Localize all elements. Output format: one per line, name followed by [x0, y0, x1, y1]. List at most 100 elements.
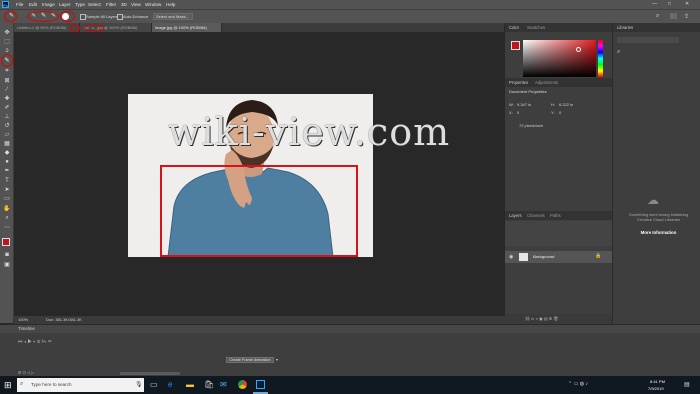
layer-thumbnail — [519, 253, 528, 261]
healing-brush-tool-icon[interactable]: ✚ — [3, 95, 11, 103]
windows-start-icon[interactable]: ⊞ — [4, 380, 12, 391]
tab-adjustments[interactable]: Adjustments — [535, 78, 558, 87]
task-view-icon[interactable]: ▭ — [150, 380, 158, 389]
layer-controls — [505, 221, 612, 246]
search-icon[interactable]: ⌕ — [656, 13, 659, 20]
taskbar-search-box[interactable]: ⌕ Type here to search 🎙 — [17, 378, 144, 392]
tab-channels[interactable]: Channels — [527, 211, 545, 220]
search-icon[interactable]: ⌕ — [617, 49, 620, 56]
menu-help[interactable]: Help — [166, 2, 175, 7]
zoom-level[interactable]: 100% — [18, 316, 28, 324]
type-tool-icon[interactable]: T — [3, 177, 11, 185]
photoshop-taskbar-icon[interactable] — [256, 380, 265, 389]
system-tray-icons[interactable]: ⌃ ▭ ◍ ♪ — [568, 381, 588, 387]
chrome-icon[interactable] — [238, 380, 247, 389]
layers-footer-icons[interactable]: ⛓ fx ◑ ▣ ▤ ⊞ 🗑 — [505, 314, 612, 324]
pen-tool-icon[interactable]: ✒ — [3, 167, 11, 175]
maximize-button[interactable]: □ — [668, 1, 671, 7]
more-information-link[interactable]: More Information — [621, 230, 696, 235]
height-value[interactable]: 6.222 in — [559, 102, 573, 107]
doc-info: Doc: 381.3K/381.3K — [46, 317, 82, 322]
tab-swatches[interactable]: Swatches — [527, 23, 545, 32]
dodge-tool-icon[interactable]: ● — [3, 158, 11, 166]
timeline-controls-icon[interactable]: ⏮ ◂ ▶ ▸ ⊡ ✂ ▭ — [18, 339, 52, 345]
crop-tool-icon[interactable]: ⌗ — [3, 67, 11, 75]
tab-properties[interactable]: Properties — [509, 78, 528, 87]
create-frame-animation-button[interactable]: Create Frame Animation — [226, 357, 274, 363]
chevron-down-icon[interactable]: ▾ — [276, 357, 278, 362]
libraries-dropdown[interactable] — [617, 37, 679, 43]
menu-type[interactable]: Type — [75, 2, 85, 7]
taskbar-time: 8:41 PM — [650, 379, 665, 384]
tab-color[interactable]: Color — [509, 23, 519, 32]
watermark-text: wiki-view.com — [168, 110, 451, 154]
color-fg-swatch[interactable] — [511, 41, 520, 50]
menu-layer[interactable]: Layer — [59, 2, 71, 7]
auto-enhance-label: Auto-Enhance — [123, 14, 149, 19]
path-selection-tool-icon[interactable]: ➤ — [3, 186, 11, 194]
menu-filter[interactable]: Filter — [106, 2, 116, 7]
menu-select[interactable]: Select — [88, 2, 101, 7]
tab-paths[interactable]: Paths — [550, 211, 561, 220]
menu-3d[interactable]: 3D — [121, 2, 127, 7]
select-and-mask-button[interactable]: Select and Mask... — [153, 13, 193, 20]
color-picker-cursor-icon[interactable] — [576, 47, 581, 52]
menu-window[interactable]: Window — [145, 2, 161, 7]
history-brush-tool-icon[interactable]: ↺ — [3, 122, 11, 130]
layer-row-background[interactable]: ◉ Background 🔒 — [505, 251, 612, 263]
highlight-circle-icon — [70, 24, 80, 32]
minimize-button[interactable]: — — [652, 1, 657, 7]
menu-image[interactable]: Image — [42, 2, 55, 7]
hue-slider[interactable] — [598, 40, 603, 77]
libraries-title: Libraries — [617, 25, 634, 30]
height-label: H: — [551, 102, 555, 107]
properties-panel-header: Properties Adjustments — [505, 78, 612, 87]
edge-icon[interactable]: e — [168, 380, 172, 389]
color-picker-field[interactable] — [523, 40, 596, 77]
gradient-tool-icon[interactable]: ▦ — [3, 140, 11, 148]
notifications-icon[interactable]: ▤ — [684, 381, 690, 388]
menu-edit[interactable]: Edit — [29, 2, 37, 7]
menu-view[interactable]: View — [131, 2, 141, 7]
quick-mask-icon[interactable]: ◙ — [3, 251, 11, 259]
mail-icon[interactable]: ✉ — [220, 380, 227, 389]
more-tools-icon[interactable]: ⋯ — [3, 224, 11, 232]
lock-icon: 🔒 — [595, 253, 602, 259]
marquee-tool-icon[interactable]: ⬚ — [3, 38, 11, 46]
color-panel-header: Color Swatches — [505, 23, 612, 32]
share-icon[interactable]: ⇪ — [684, 13, 689, 20]
timeline-zoom-slider[interactable] — [120, 372, 180, 375]
file-explorer-icon[interactable]: ▬ — [186, 380, 194, 389]
tab-layers[interactable]: Layers — [509, 211, 522, 220]
frame-tool-icon[interactable]: ⊠ — [3, 77, 11, 85]
move-tool-icon[interactable]: ✥ — [3, 29, 11, 37]
layer-name[interactable]: Background — [533, 254, 554, 259]
tab-image-jpg[interactable]: image.jpg @ 100% (RGB/8#) — [152, 23, 222, 32]
eraser-tool-icon[interactable]: ▱ — [3, 131, 11, 139]
workspace-icon[interactable] — [670, 13, 677, 19]
eyedropper-tool-icon[interactable]: ⁄ — [3, 86, 11, 94]
timeline-footer-icons[interactable]: ⊞ ⊡ ◁ ▷ — [18, 370, 34, 375]
menu-file[interactable]: File — [16, 2, 23, 7]
options-bar: ✎ ✎ ✎ ✎ Sample All Layers Auto-Enhance S… — [0, 9, 700, 23]
close-button[interactable]: ✕ — [685, 1, 689, 7]
y-value[interactable]: 0 — [559, 110, 561, 115]
hand-tool-icon[interactable]: ✋ — [3, 205, 11, 213]
store-icon[interactable]: 🛍 — [204, 380, 214, 389]
foreground-color-swatch[interactable] — [2, 238, 10, 246]
blur-tool-icon[interactable]: ◆ — [3, 149, 11, 157]
menu-bar: Ps File Edit Image Layer Type Select Fil… — [0, 0, 700, 9]
width-label: W: — [509, 102, 514, 107]
brush-tool-icon[interactable]: ✐ — [3, 104, 11, 112]
libraries-panel: Libraries ⌕ ☁ Something went wrong initi… — [612, 23, 700, 324]
screen-mode-icon[interactable]: ▣ — [3, 261, 11, 269]
microphone-icon[interactable]: 🎙 — [135, 381, 143, 388]
zoom-tool-icon[interactable]: ⌕ — [3, 214, 11, 222]
highlight-circle-icon — [1, 54, 13, 67]
clone-stamp-tool-icon[interactable]: ⊥ — [3, 113, 11, 121]
selection-highlight-box — [160, 165, 358, 257]
visibility-eye-icon[interactable]: ◉ — [509, 254, 513, 260]
x-value[interactable]: 0 — [517, 110, 519, 115]
width-value[interactable]: 9.347 in — [517, 102, 531, 107]
rectangle-tool-icon[interactable]: ▭ — [3, 195, 11, 203]
